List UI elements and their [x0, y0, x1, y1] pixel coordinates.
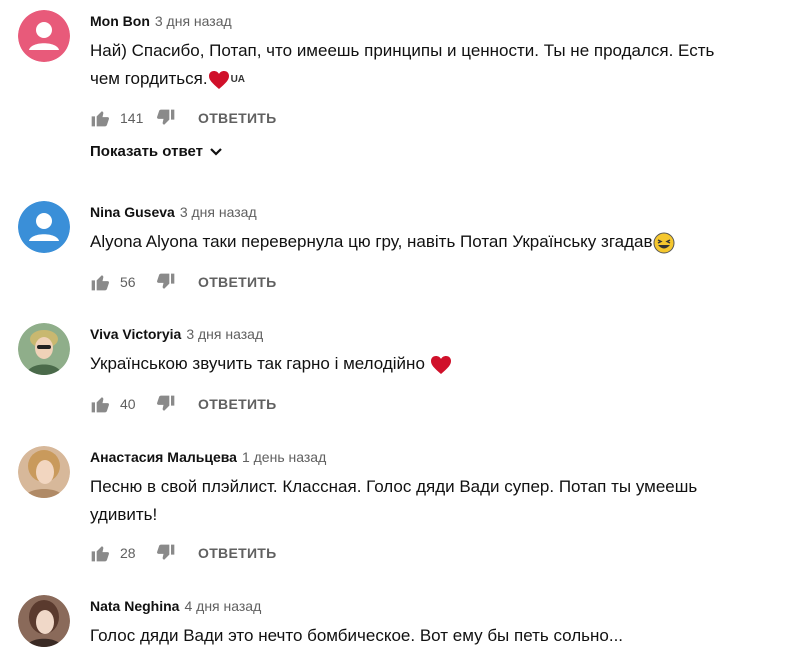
avatar[interactable] — [18, 446, 70, 498]
comment-text-line: Най) Спасибо, Потап, что имеешь принципы… — [90, 41, 715, 60]
comment-timestamp[interactable]: 3 дня назад — [155, 13, 232, 29]
grinning-squinting-face-emoji — [653, 232, 675, 254]
reply-button[interactable]: ОТВЕТИТЬ — [198, 396, 277, 412]
comment-author[interactable]: Nina Guseva — [90, 204, 175, 220]
like-count: 40 — [120, 396, 136, 412]
comment-text-line: Песню в свой плэйлист. Классная. Голос д… — [90, 477, 698, 496]
like-count: 28 — [120, 545, 136, 561]
comment-actions: 56 ОТВЕТИТЬ — [90, 271, 277, 293]
thumb-down-icon[interactable] — [156, 394, 176, 414]
comment-timestamp[interactable]: 3 дня назад — [180, 204, 257, 220]
avatar[interactable] — [18, 323, 70, 375]
comment-text-line-2: удивить! — [90, 505, 158, 524]
thumb-up-icon[interactable] — [90, 272, 110, 292]
comment-text-fragment: Alyona Alyona таки перевернула цю гру, н… — [90, 232, 653, 251]
comment-author[interactable]: Mon Bon — [90, 13, 150, 29]
reply-button[interactable]: ОТВЕТИТЬ — [198, 274, 277, 290]
thumb-up-icon[interactable] — [90, 108, 110, 128]
comment-timestamp[interactable]: 1 день назад — [242, 449, 326, 465]
show-replies-label: Показать ответ — [90, 143, 203, 160]
show-replies-button[interactable]: Показать ответ — [90, 143, 223, 160]
thumb-down-icon[interactable] — [156, 543, 176, 563]
comment-text-fragment: чем гордиться. — [90, 69, 208, 88]
comment-timestamp[interactable]: 4 дня назад — [184, 598, 261, 614]
red-heart-emoji — [208, 70, 229, 89]
avatar[interactable] — [18, 595, 70, 647]
comment-author[interactable]: Nata Neghina — [90, 598, 179, 614]
comment-author[interactable]: Анастасия Мальцева — [90, 449, 237, 465]
comment-text: Песню в свой плэйлист. Классная. Голос д… — [90, 473, 780, 529]
comment-actions: 40 ОТВЕТИТЬ — [90, 393, 277, 415]
comment-timestamp[interactable]: 3 дня назад — [186, 326, 263, 342]
flag-label: UA — [230, 73, 246, 85]
reply-button[interactable]: ОТВЕТИТЬ — [198, 545, 277, 561]
reply-button[interactable]: ОТВЕТИТЬ — [198, 110, 277, 126]
comment-text-line-2: чем гордиться. UA — [90, 65, 780, 94]
comment-author[interactable]: Viva Victoryia — [90, 326, 181, 342]
comment-text: Най) Спасибо, Потап, что имеешь принципы… — [90, 37, 780, 94]
user-photo — [18, 595, 70, 647]
chevron-down-icon — [210, 147, 222, 156]
comment-actions: 28 ОТВЕТИТЬ — [90, 542, 277, 564]
comment-text: Голос дяди Вади это нечто бомбическое. В… — [90, 622, 780, 650]
comment-text-fragment: Голос дяди Вади это нечто бомбическое. В… — [90, 626, 624, 645]
comment-text: Alyona Alyona таки перевернула цю гру, н… — [90, 228, 780, 256]
user-photo — [18, 446, 70, 498]
person-silhouette-icon — [18, 10, 70, 62]
comment-text: Українською звучить так гарно і мелодійн… — [90, 350, 780, 378]
comment-actions: 141 ОТВЕТИТЬ — [90, 107, 277, 129]
comment-text-fragment: Українською звучить так гарно і мелодійн… — [90, 354, 425, 373]
red-heart-emoji — [430, 355, 451, 374]
thumb-up-icon[interactable] — [90, 394, 110, 414]
thumb-up-icon[interactable] — [90, 543, 110, 563]
like-count: 56 — [120, 274, 136, 290]
like-count: 141 — [120, 110, 144, 126]
avatar[interactable] — [18, 10, 70, 62]
user-photo — [18, 323, 70, 375]
person-silhouette-icon — [18, 201, 70, 253]
avatar[interactable] — [18, 201, 70, 253]
thumb-down-icon[interactable] — [156, 272, 176, 292]
thumb-down-icon[interactable] — [156, 108, 176, 128]
